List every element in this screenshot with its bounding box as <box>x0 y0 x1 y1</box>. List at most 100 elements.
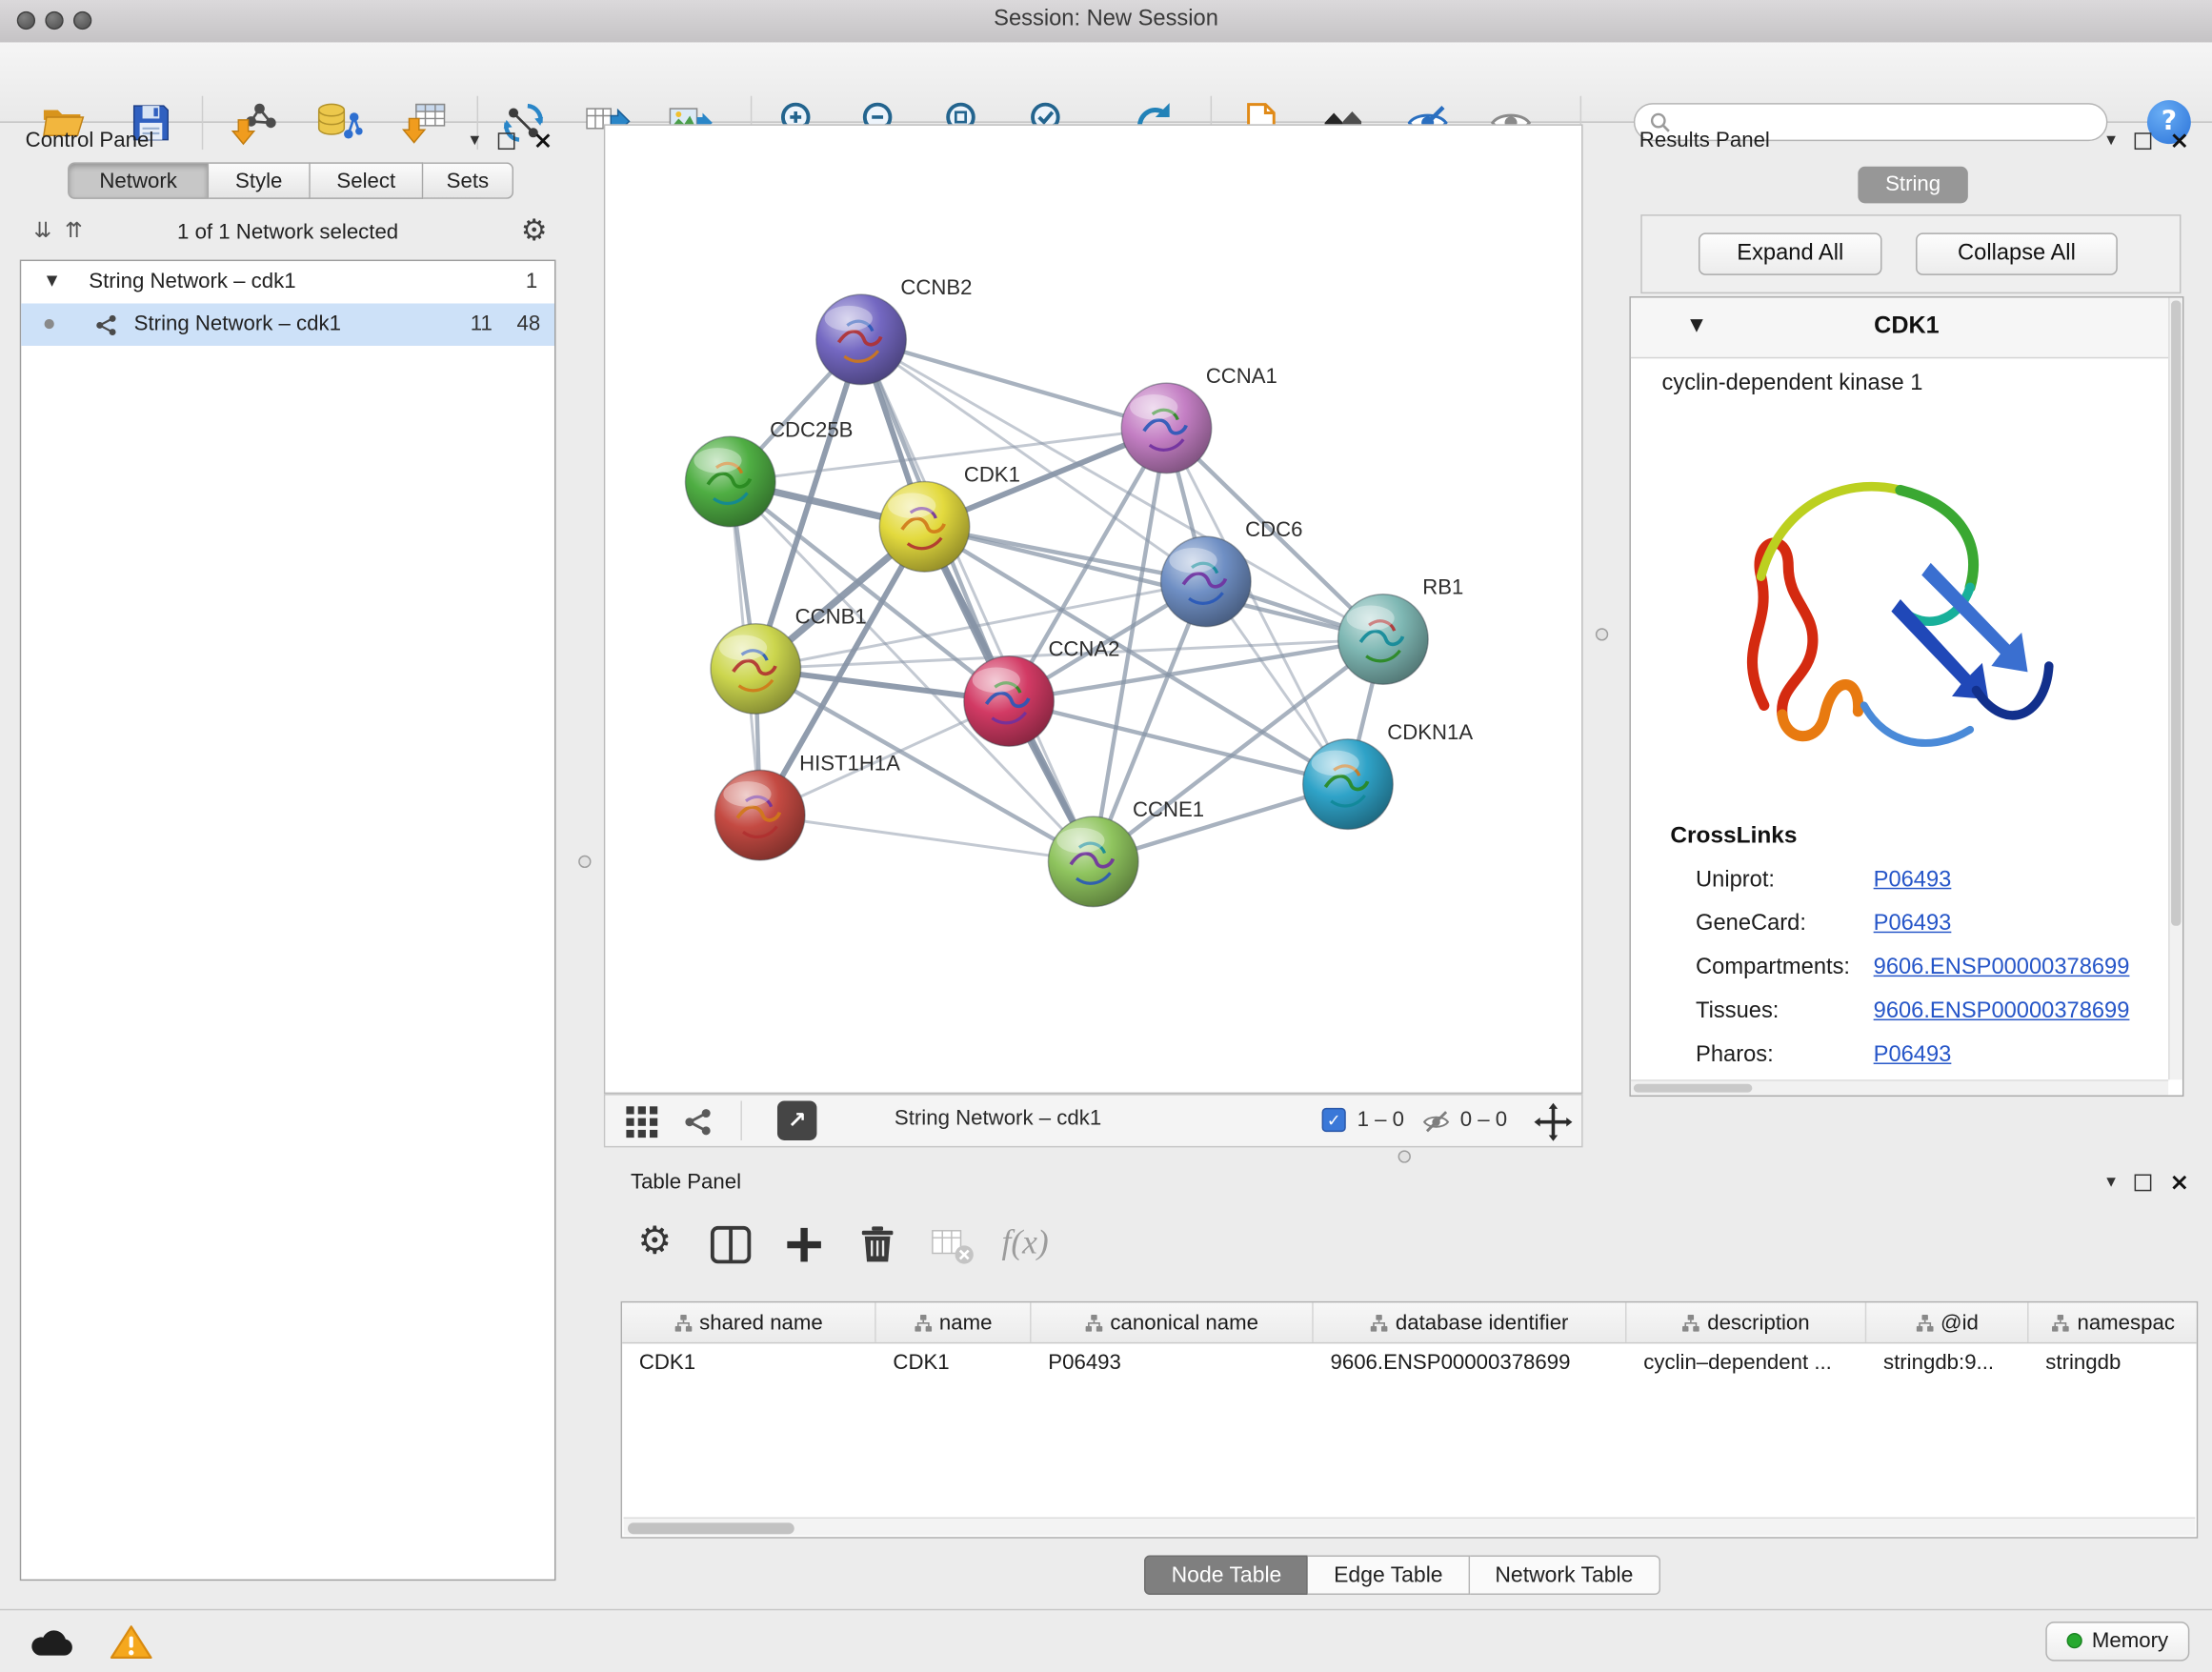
node-label: CDK1 <box>964 463 1020 487</box>
crosslink-link[interactable]: P06493 <box>1874 912 1952 937</box>
table-cell[interactable]: stringdb:9... <box>1866 1343 2028 1381</box>
column-type-icon <box>1085 1313 1103 1331</box>
tab-string[interactable]: String <box>1858 167 1968 204</box>
panel-menu-icon[interactable]: ▾ <box>2106 1172 2116 1193</box>
panel-close-icon[interactable]: × <box>2169 1172 2189 1192</box>
table-row[interactable]: CDK1CDK1P064939606.ENSP00000378699cyclin… <box>622 1343 2197 1381</box>
application-window: Session: New Session ? Control <box>0 0 2212 1671</box>
network-row[interactable]: ● String Network – cdk1 11 48 <box>21 304 554 346</box>
network-view-canvas[interactable]: CCNB2CCNA1CDC25BCDK1CDC6RB1CCNB1CCNA2CDK… <box>604 124 1583 1094</box>
horizontal-splitter-handle[interactable] <box>1398 1150 1411 1162</box>
network-node-CCNA1[interactable]: CCNA1 <box>1121 364 1277 473</box>
tree-collapse-icon[interactable]: ▼ <box>47 261 57 303</box>
panel-close-icon[interactable]: × <box>2169 131 2189 151</box>
move-crosshair-icon[interactable] <box>1534 1102 1573 1141</box>
network-edge[interactable] <box>861 339 1166 428</box>
results-panel: Results Panel ▾ × String Expand All Coll… <box>1625 124 2201 1118</box>
panel-menu-icon[interactable]: ▾ <box>2106 130 2116 151</box>
crosslink-label: Uniprot: <box>1696 868 1775 894</box>
network-node-CDC6[interactable]: CDC6 <box>1161 517 1303 627</box>
column-type-icon <box>914 1313 932 1331</box>
warning-icon[interactable] <box>111 1623 152 1662</box>
panel-float-icon[interactable] <box>497 132 514 150</box>
crosslink-label: GeneCard: <box>1696 912 1806 937</box>
table-horizontal-scrollbar[interactable] <box>624 1518 2196 1536</box>
function-builder-button[interactable]: f(x) <box>1001 1225 1048 1263</box>
delete-table-button-disabled[interactable] <box>928 1222 975 1270</box>
crosslink-link[interactable]: P06493 <box>1874 868 1952 894</box>
table-cell[interactable]: stringdb <box>2029 1343 2199 1381</box>
tab-network[interactable]: Network <box>68 162 209 199</box>
panel-float-icon[interactable] <box>2134 132 2151 150</box>
tab-select[interactable]: Select <box>311 162 423 199</box>
protein-card-header[interactable]: ▼ CDK1 <box>1631 298 2182 359</box>
network-edge[interactable] <box>861 339 1094 861</box>
crosslink-link[interactable]: 9606.ENSP00000378699 <box>1874 999 2130 1025</box>
gear-icon[interactable]: ⚙ <box>521 213 548 248</box>
collection-name: String Network – cdk1 <box>89 261 295 303</box>
control-panel-header: Control Panel ▾ × <box>11 124 565 158</box>
network-node-HIST1H1A[interactable]: HIST1H1A <box>714 751 900 860</box>
network-collection-row[interactable]: ▼ String Network – cdk1 1 <box>21 261 554 303</box>
birdseye-grid-icon[interactable] <box>625 1105 659 1139</box>
delete-column-button[interactable] <box>855 1222 902 1270</box>
table-cell[interactable]: CDK1 <box>622 1343 876 1381</box>
table-cell[interactable]: cyclin–dependent ... <box>1626 1343 1866 1381</box>
tab-style[interactable]: Style <box>209 162 311 199</box>
memory-button[interactable]: Memory <box>2045 1622 2189 1661</box>
vertical-splitter-handle[interactable] <box>1596 628 1608 640</box>
table-cell[interactable]: 9606.ENSP00000378699 <box>1314 1343 1627 1381</box>
control-panel-tabs: NetworkStyleSelectSets <box>68 162 513 201</box>
hidden-eye-icon[interactable] <box>1420 1106 1452 1138</box>
share-network-icon[interactable] <box>683 1106 714 1138</box>
window-title: Session: New Session <box>0 7 2212 32</box>
node-label: CDKN1A <box>1387 720 1473 744</box>
crosslink-row: Compartments:9606.ENSP00000378699 <box>1631 947 2165 991</box>
crosslink-link[interactable]: P06493 <box>1874 1043 1952 1069</box>
tab-edge-table[interactable]: Edge Table <box>1308 1556 1469 1595</box>
column-type-icon <box>2052 1313 2070 1331</box>
open-in-browser-button[interactable]: ↗ <box>777 1100 816 1139</box>
table-cell[interactable]: P06493 <box>1032 1343 1314 1381</box>
table-panel-header: Table Panel ▾ × <box>604 1166 2201 1200</box>
column-header-name[interactable]: name <box>876 1302 1032 1341</box>
panel-menu-icon[interactable]: ▾ <box>470 130 479 151</box>
panel-close-icon[interactable]: × <box>533 131 553 151</box>
collapse-all-button[interactable]: Collapse All <box>1916 232 2118 274</box>
panel-float-icon[interactable] <box>2134 1174 2151 1191</box>
tab-sets[interactable]: Sets <box>423 162 513 199</box>
network-node-CCNB2[interactable]: CCNB2 <box>816 275 973 385</box>
node-label: HIST1H1A <box>799 751 900 775</box>
selected-checkbox[interactable]: ✓ <box>1322 1108 1346 1132</box>
add-column-button[interactable] <box>781 1222 829 1270</box>
crosslink-row: GeneCard: P06493 <box>1631 903 2165 947</box>
network-tree: ▼ String Network – cdk1 1 ● String Netwo… <box>20 260 556 1581</box>
table-settings-gear-icon[interactable]: ⚙ <box>637 1219 672 1263</box>
cloud-icon[interactable] <box>29 1626 76 1661</box>
column-header-description[interactable]: description <box>1626 1302 1866 1341</box>
tab-node-table[interactable]: Node Table <box>1144 1556 1308 1595</box>
column-header-shared-name[interactable]: shared name <box>622 1302 876 1341</box>
column-header-database-identifier[interactable]: database identifier <box>1314 1302 1627 1341</box>
table-panel: Table Panel ▾ × ⚙ f(x) shared namenameca… <box>604 1166 2201 1606</box>
selected-counts: 1 – 0 <box>1357 1108 1404 1132</box>
results-horizontal-scrollbar[interactable] <box>1631 1079 2168 1095</box>
column-header-namespac[interactable]: namespac <box>2029 1302 2199 1341</box>
network-node-CDK1[interactable]: CDK1 <box>879 463 1020 573</box>
tab-network-table[interactable]: Network Table <box>1470 1556 1660 1595</box>
results-vertical-scrollbar[interactable] <box>2168 298 2182 1080</box>
column-header--id[interactable]: @id <box>1866 1302 2028 1341</box>
vertical-splitter-handle[interactable] <box>578 856 591 868</box>
crosslink-link[interactable]: 9606.ENSP00000378699 <box>1874 956 2130 981</box>
network-node-RB1[interactable]: RB1 <box>1338 575 1464 685</box>
network-node-CCNB1[interactable]: CCNB1 <box>711 605 867 715</box>
crosslink-row: Pharos:P06493 <box>1631 1035 2165 1078</box>
table-cell[interactable]: CDK1 <box>876 1343 1032 1381</box>
expand-all-button[interactable]: Expand All <box>1699 232 1882 274</box>
network-edge[interactable] <box>760 816 1094 862</box>
show-columns-button[interactable] <box>708 1222 755 1270</box>
network-node-CDKN1A[interactable]: CDKN1A <box>1303 720 1474 830</box>
node-label: CCNA1 <box>1206 364 1277 388</box>
column-header-canonical-name[interactable]: canonical name <box>1032 1302 1314 1341</box>
node-label: CCNA2 <box>1048 637 1119 661</box>
